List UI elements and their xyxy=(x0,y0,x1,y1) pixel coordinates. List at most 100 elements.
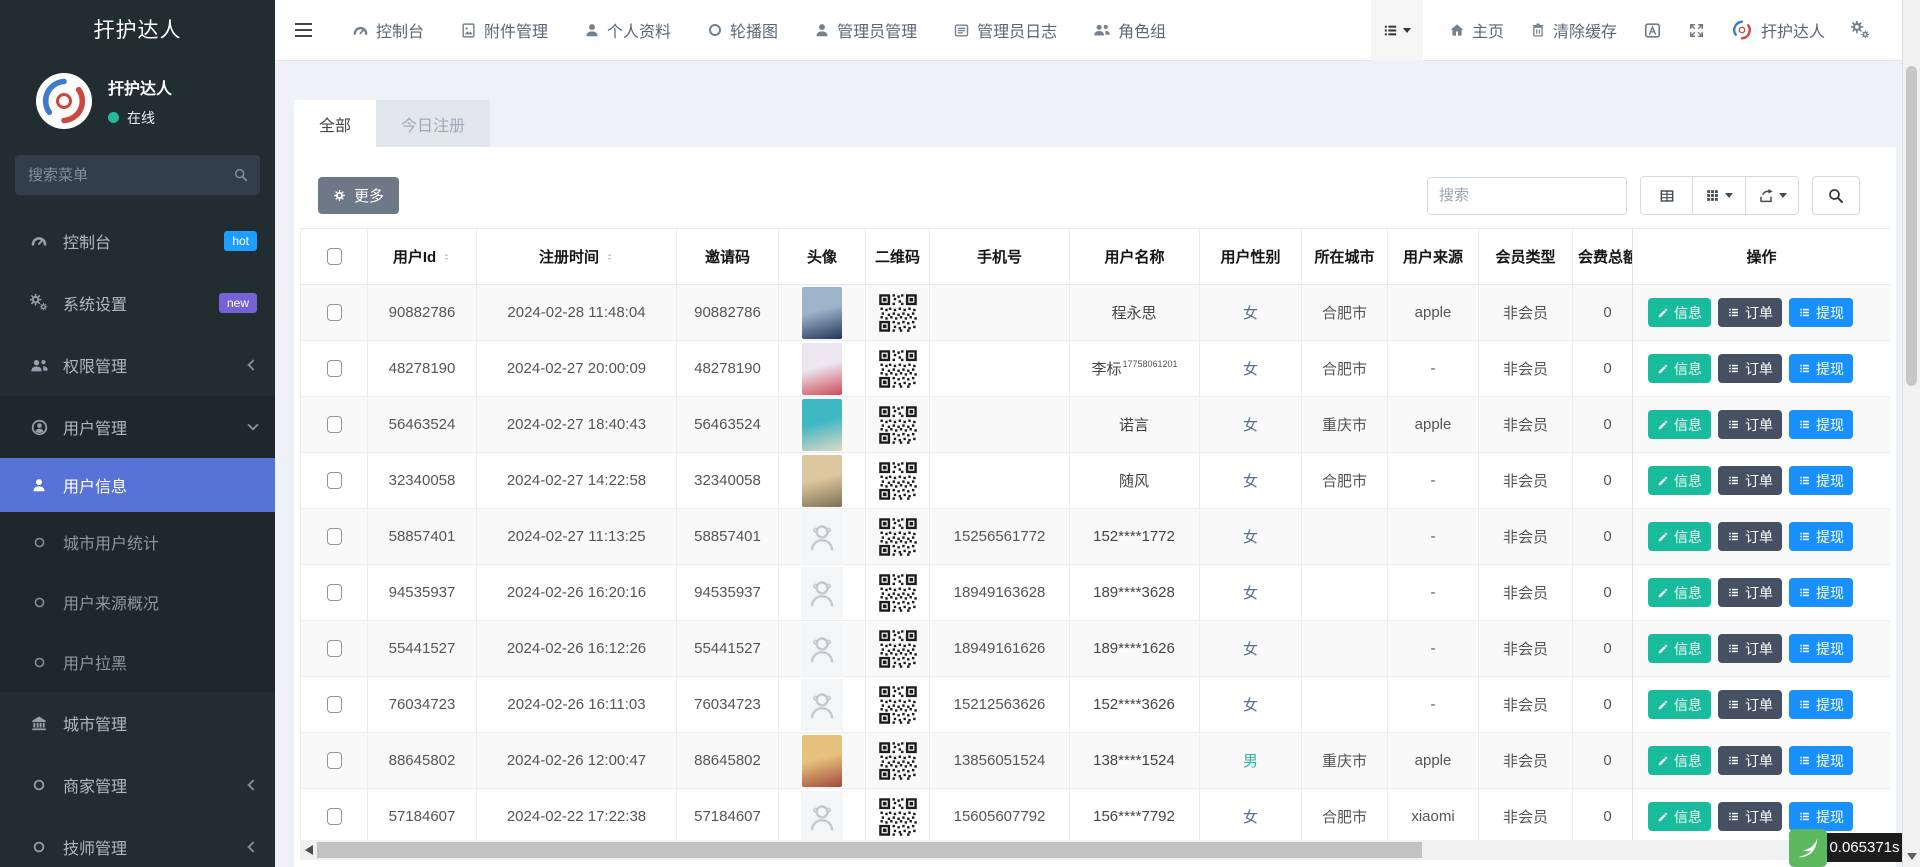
avatar-photo[interactable] xyxy=(802,287,842,339)
nav-item-carousel[interactable]: 轮播图 xyxy=(707,18,778,42)
withdraw-button[interactable]: 提现 xyxy=(1789,410,1853,439)
avatar-default[interactable] xyxy=(801,679,843,731)
sort-icon[interactable] xyxy=(605,250,614,264)
search-button[interactable] xyxy=(1812,176,1860,215)
row-checkbox[interactable] xyxy=(327,752,342,769)
select-all-checkbox[interactable] xyxy=(327,248,342,265)
withdraw-button[interactable]: 提现 xyxy=(1789,690,1853,719)
horizontal-scrollbar-thumb[interactable] xyxy=(317,842,1422,858)
info-button[interactable]: 信息 xyxy=(1648,578,1711,607)
order-button[interactable]: 订单 xyxy=(1718,802,1782,831)
toggle-view-button[interactable] xyxy=(1640,176,1693,215)
qr-code-icon[interactable] xyxy=(878,741,918,781)
order-button[interactable]: 订单 xyxy=(1718,466,1782,495)
vertical-scrollbar-thumb[interactable] xyxy=(1906,66,1917,386)
trace-logo-icon[interactable] xyxy=(1789,829,1827,867)
row-checkbox[interactable] xyxy=(327,584,342,601)
tab-today-registered[interactable]: 今日注册 xyxy=(376,100,490,147)
row-checkbox[interactable] xyxy=(327,696,342,713)
avatar-photo[interactable] xyxy=(802,735,842,787)
sidebar-item-user-management[interactable]: 用户管理 xyxy=(0,396,275,458)
settings-gears-icon[interactable] xyxy=(1851,21,1870,40)
sidebar-item-system-settings[interactable]: 系统设置 new xyxy=(0,272,275,334)
order-button[interactable]: 订单 xyxy=(1718,354,1782,383)
withdraw-button[interactable]: 提现 xyxy=(1789,298,1853,327)
order-button[interactable]: 订单 xyxy=(1718,522,1782,551)
info-button[interactable]: 信息 xyxy=(1648,802,1711,831)
row-checkbox[interactable] xyxy=(327,808,342,825)
info-button[interactable]: 信息 xyxy=(1648,634,1711,663)
avatar-default[interactable] xyxy=(801,623,843,675)
row-checkbox[interactable] xyxy=(327,360,342,377)
more-button[interactable]: 更多 xyxy=(318,177,399,214)
order-button[interactable]: 订单 xyxy=(1718,746,1782,775)
nav-item-admin-logs[interactable]: 管理员日志 xyxy=(953,18,1057,42)
order-button[interactable]: 订单 xyxy=(1718,690,1782,719)
clear-cache-button[interactable]: 清除缓存 xyxy=(1530,18,1617,42)
user-avatar[interactable] xyxy=(36,73,92,129)
info-button[interactable]: 信息 xyxy=(1648,466,1711,495)
qr-code-icon[interactable] xyxy=(878,461,918,501)
columns-button[interactable] xyxy=(1693,176,1746,215)
avatar-default[interactable] xyxy=(801,791,843,843)
home-button[interactable]: 主页 xyxy=(1449,18,1504,42)
sort-icon[interactable] xyxy=(442,250,451,264)
fullscreen-icon[interactable] xyxy=(1688,22,1705,39)
qr-code-icon[interactable] xyxy=(878,405,918,445)
scroll-down-arrow-icon[interactable] xyxy=(1907,853,1917,860)
qr-code-icon[interactable] xyxy=(878,293,918,333)
row-checkbox[interactable] xyxy=(327,528,342,545)
sidebar-item-permissions[interactable]: 权限管理 xyxy=(0,334,275,396)
order-button[interactable]: 订单 xyxy=(1718,578,1782,607)
withdraw-button[interactable]: 提现 xyxy=(1789,522,1853,551)
info-button[interactable]: 信息 xyxy=(1648,746,1711,775)
header-register-time[interactable]: 注册时间 xyxy=(477,229,677,284)
avatar-photo[interactable] xyxy=(802,343,842,395)
qr-code-icon[interactable] xyxy=(878,685,918,725)
qr-code-icon[interactable] xyxy=(878,629,918,669)
row-checkbox[interactable] xyxy=(327,304,342,321)
nav-item-profile[interactable]: 个人资料 xyxy=(584,18,671,42)
nav-item-admin-management[interactable]: 管理员管理 xyxy=(814,18,917,42)
qr-code-icon[interactable] xyxy=(878,349,918,389)
language-icon[interactable] xyxy=(1643,21,1662,40)
export-button[interactable] xyxy=(1746,176,1799,215)
nav-item-attachments[interactable]: 附件管理 xyxy=(460,18,548,42)
navbar-brand[interactable]: 扞护达人 xyxy=(1731,18,1825,42)
withdraw-button[interactable]: 提现 xyxy=(1789,466,1853,495)
sidebar-item-merchant-management[interactable]: 商家管理 xyxy=(0,754,275,816)
avatar-default[interactable] xyxy=(801,511,843,563)
row-checkbox[interactable] xyxy=(327,472,342,489)
avatar-default[interactable] xyxy=(801,567,843,619)
sidebar-item-console[interactable]: 控制台 hot xyxy=(0,210,275,272)
scroll-left-arrow-icon[interactable] xyxy=(305,845,313,855)
avatar-photo[interactable] xyxy=(802,399,842,451)
nav-item-role-groups[interactable]: 角色组 xyxy=(1093,18,1166,42)
vertical-scrollbar[interactable] xyxy=(1902,0,1920,867)
info-button[interactable]: 信息 xyxy=(1648,522,1711,551)
withdraw-button[interactable]: 提现 xyxy=(1789,802,1853,831)
info-button[interactable]: 信息 xyxy=(1648,410,1711,439)
order-button[interactable]: 订单 xyxy=(1718,634,1782,663)
order-button[interactable]: 订单 xyxy=(1718,410,1782,439)
table-search-input[interactable] xyxy=(1427,177,1627,215)
qr-code-icon[interactable] xyxy=(878,797,918,837)
menu-dropdown-button[interactable] xyxy=(1371,0,1423,61)
avatar-photo[interactable] xyxy=(802,455,842,507)
qr-code-icon[interactable] xyxy=(878,517,918,557)
row-checkbox[interactable] xyxy=(327,416,342,433)
hamburger-icon[interactable] xyxy=(291,19,316,42)
tab-all[interactable]: 全部 xyxy=(294,100,376,147)
search-icon[interactable] xyxy=(233,167,249,183)
sidebar-search-input[interactable] xyxy=(15,155,260,195)
withdraw-button[interactable]: 提现 xyxy=(1789,634,1853,663)
withdraw-button[interactable]: 提现 xyxy=(1789,578,1853,607)
qr-code-icon[interactable] xyxy=(878,573,918,613)
sidebar-item-user-source-overview[interactable]: 用户来源概况 xyxy=(0,572,275,632)
info-button[interactable]: 信息 xyxy=(1648,298,1711,327)
withdraw-button[interactable]: 提现 xyxy=(1789,354,1853,383)
sidebar-item-city-management[interactable]: 城市管理 xyxy=(0,692,275,754)
sidebar-item-city-user-stats[interactable]: 城市用户统计 xyxy=(0,512,275,572)
info-button[interactable]: 信息 xyxy=(1648,690,1711,719)
header-user-id[interactable]: 用户Id xyxy=(368,229,477,284)
